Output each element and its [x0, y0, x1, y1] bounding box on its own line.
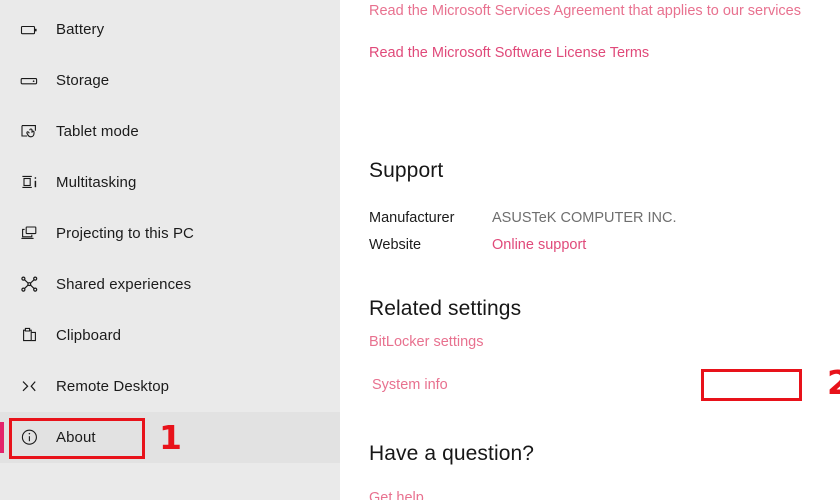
manufacturer-value: ASUSTeK COMPUTER INC. [492, 210, 677, 226]
shared-experiences-icon [14, 270, 44, 300]
multitasking-icon [14, 168, 44, 198]
sidebar-item-about[interactable]: About [0, 412, 340, 463]
website-label: Website [369, 237, 422, 253]
online-support-link[interactable]: Online support [492, 237, 586, 253]
about-content-panel: Read the Microsoft Services Agreement th… [340, 0, 840, 500]
selection-indicator [0, 422, 4, 453]
sidebar-item-remote-desktop[interactable]: Remote Desktop [0, 361, 340, 412]
info-circle-icon [14, 423, 44, 453]
get-help-link[interactable]: Get help [369, 490, 424, 500]
sidebar-item-storage[interactable]: Storage [0, 55, 340, 106]
clipboard-icon [14, 321, 44, 351]
sidebar-item-label: About [56, 429, 96, 446]
sidebar-item-label: Storage [56, 72, 110, 89]
sidebar-item-label: Remote Desktop [56, 378, 170, 395]
sidebar-item-label: Shared experiences [56, 276, 192, 293]
remote-desktop-icon [14, 372, 44, 402]
support-section-title: Support [369, 159, 444, 182]
settings-window: Battery Storage Tablet mode Multitasking… [0, 0, 840, 500]
related-settings-title: Related settings [369, 297, 522, 320]
battery-icon [14, 15, 44, 45]
sidebar-item-label: Projecting to this PC [56, 225, 194, 242]
sidebar-item-label: Tablet mode [56, 123, 139, 140]
settings-sidebar: Battery Storage Tablet mode Multitasking… [0, 0, 340, 500]
sidebar-item-clipboard[interactable]: Clipboard [0, 310, 340, 361]
storage-icon [14, 66, 44, 96]
have-a-question-title: Have a question? [369, 442, 535, 465]
sidebar-item-tablet-mode[interactable]: Tablet mode [0, 106, 340, 157]
manufacturer-row: Manufacturer ASUSTeK COMPUTER INC. [369, 210, 677, 226]
projecting-icon [14, 219, 44, 249]
sidebar-item-projecting-to-this-pc[interactable]: Projecting to this PC [0, 208, 340, 259]
annotation-box-system-info [701, 369, 802, 401]
tablet-mode-icon [14, 117, 44, 147]
sidebar-item-battery[interactable]: Battery [0, 4, 340, 55]
system-info-link[interactable]: System info [372, 377, 448, 393]
sidebar-item-multitasking[interactable]: Multitasking [0, 157, 340, 208]
software-license-terms-link[interactable]: Read the Microsoft Software License Term… [369, 45, 649, 61]
bitlocker-settings-link[interactable]: BitLocker settings [369, 334, 483, 350]
sidebar-item-label: Clipboard [56, 327, 122, 344]
sidebar-item-label: Multitasking [56, 174, 137, 191]
website-row: Website Online support [369, 237, 586, 253]
services-agreement-link[interactable]: Read the Microsoft Services Agreement th… [369, 3, 801, 19]
sidebar-item-label: Battery [56, 21, 105, 38]
annotation-number-2: 2 [827, 363, 840, 402]
manufacturer-label: Manufacturer [369, 210, 455, 226]
sidebar-item-shared-experiences[interactable]: Shared experiences [0, 259, 340, 310]
